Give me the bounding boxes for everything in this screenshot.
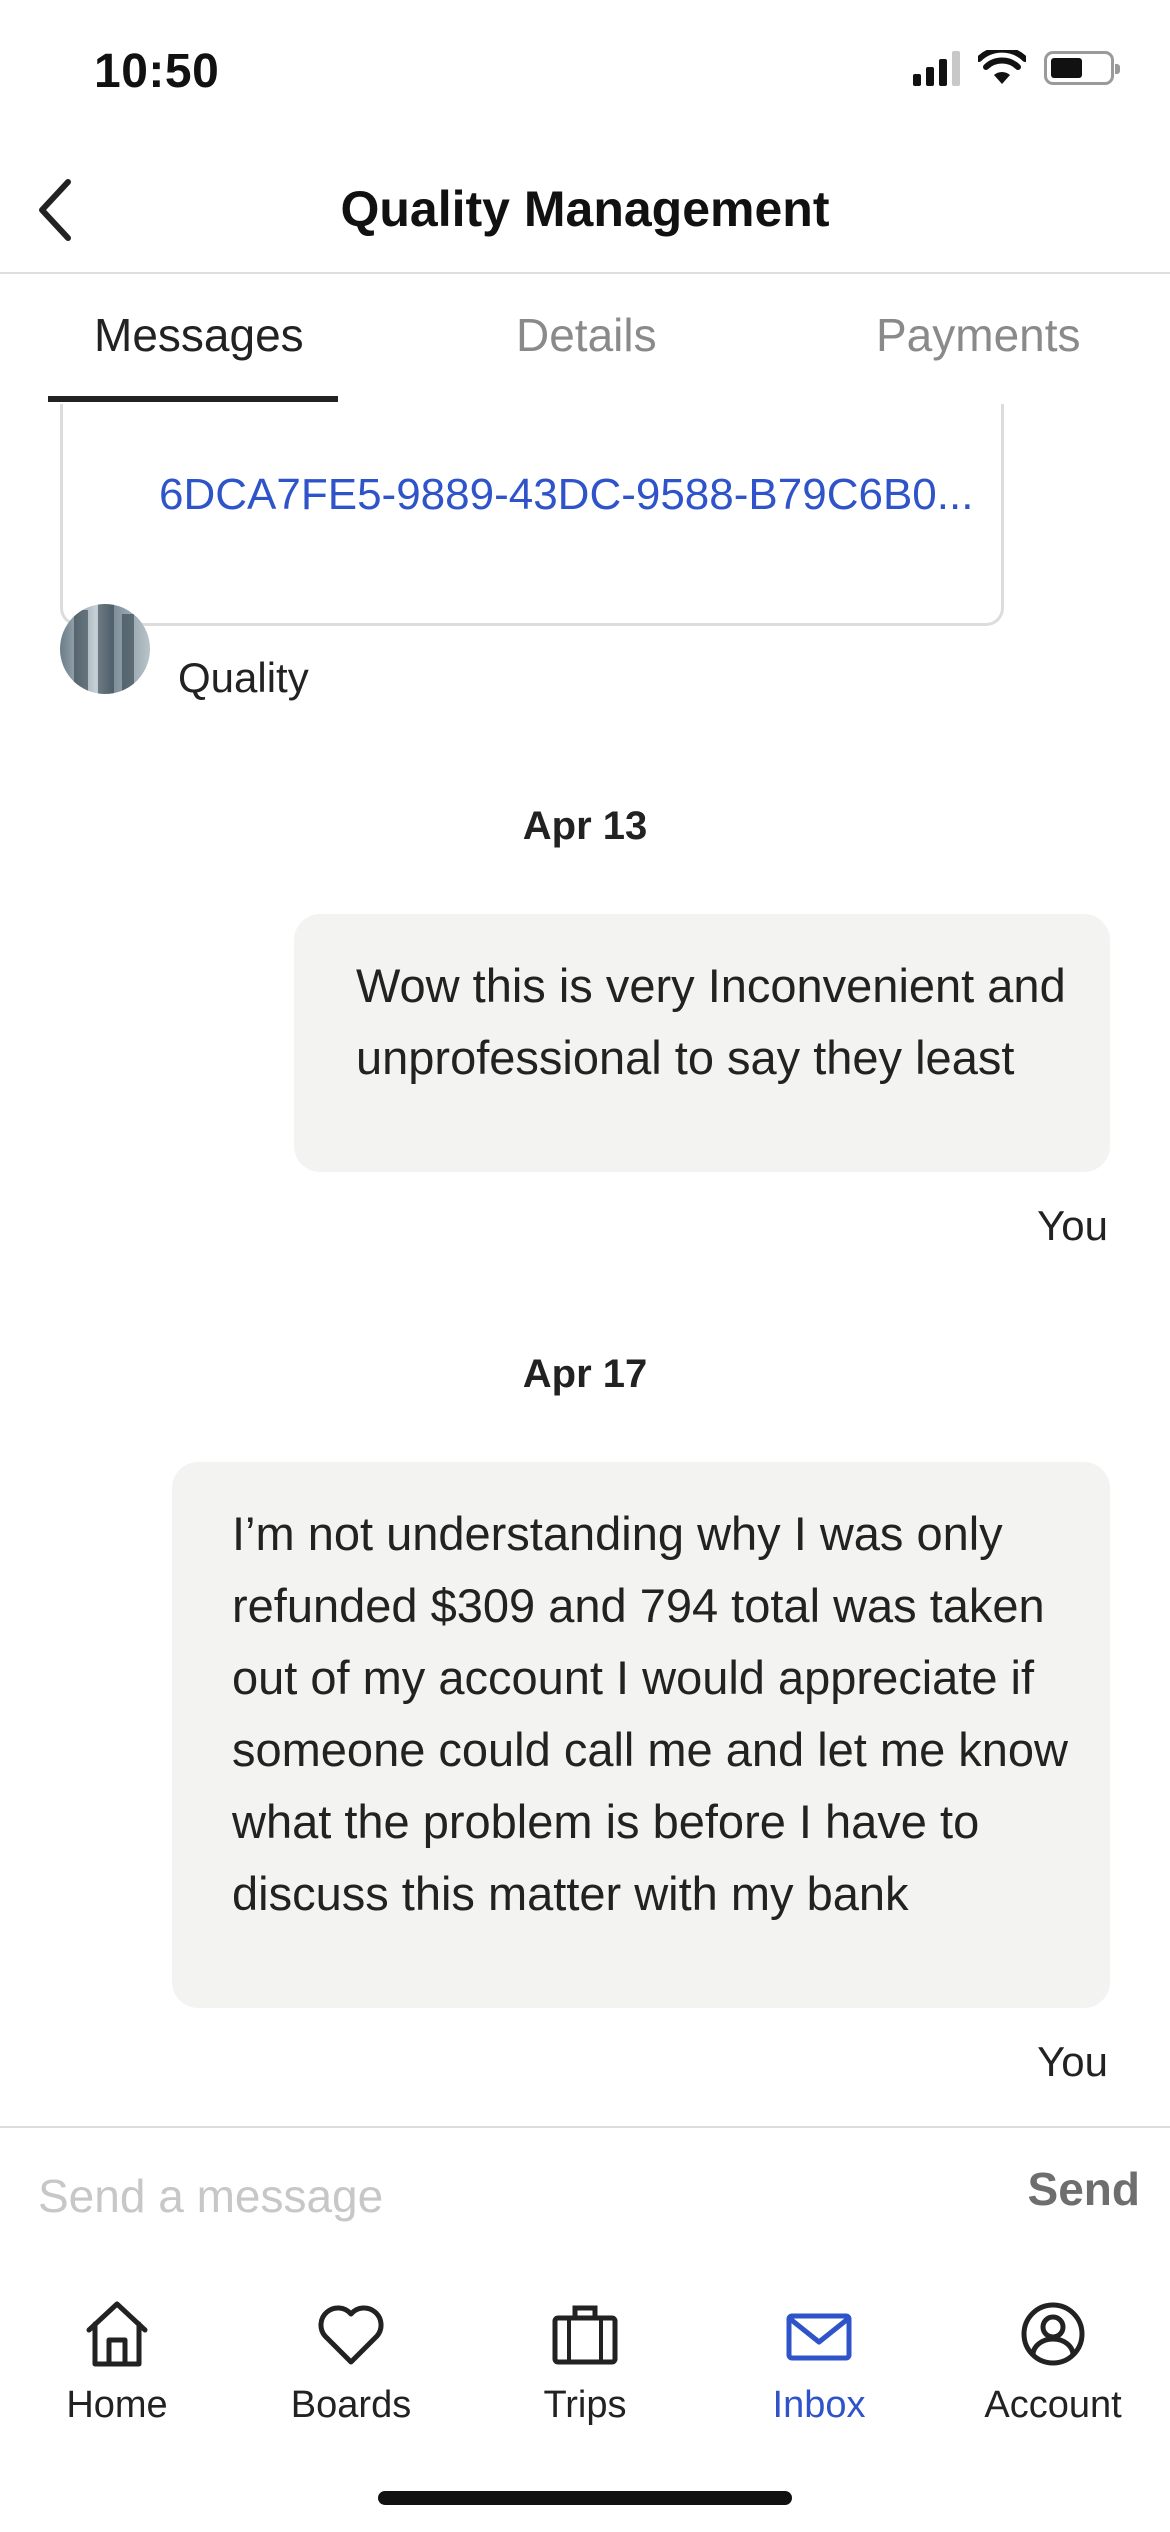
send-button[interactable]: Send [1028,2162,1140,2216]
message-author: You [1037,1202,1108,1249]
nav-item-boards[interactable]: Boards [234,2296,468,2446]
tab-messages[interactable]: Messages [94,308,304,362]
nav-item-account[interactable]: Account [936,2296,1170,2446]
nav-label: Account [984,2384,1122,2426]
wifi-icon [978,50,1026,84]
nav-label: Inbox [772,2384,866,2426]
message-bubble: Wow this is very Inconvenient and unprof… [294,914,1110,1172]
nav-item-inbox[interactable]: Inbox [702,2296,936,2446]
suitcase-icon [552,2305,618,2365]
message-author: You [1037,2038,1108,2085]
home-icon [86,2301,148,2367]
active-tab-indicator [48,396,338,402]
message-input[interactable] [38,2156,938,2236]
attachment-card: 6DCA7FE5-9889-43DC-9588-B79C6B0... [60,404,1004,626]
sender-avatar [60,604,150,694]
status-bar: 10:50 [0,0,1170,150]
nav-label: Trips [543,2384,627,2426]
tab-payments[interactable]: Payments [876,308,1081,362]
nav-item-trips[interactable]: Trips [468,2296,702,2446]
cellular-signal-icon [913,50,960,86]
nav-label: Home [66,2384,168,2426]
nav-item-home[interactable]: Home [0,2296,234,2446]
tab-bar: Messages Details Payments [0,276,1170,404]
message-list[interactable]: 6DCA7FE5-9889-43DC-9588-B79C6B0... Quali… [0,404,1170,2126]
status-icons [913,50,1120,86]
message-composer: Send [0,2126,1170,2286]
battery-icon [1044,51,1120,85]
home-indicator [378,2491,792,2505]
page-title: Quality Management [340,181,830,237]
message-bubble: I’m not understanding why I was only ref… [172,1462,1110,2008]
nav-label: Boards [290,2384,412,2426]
tab-details[interactable]: Details [516,308,657,362]
date-separator: Apr 13 [522,804,648,848]
date-separator: Apr 17 [522,1352,648,1396]
sender-name: Quality [178,654,309,701]
user-circle-icon [1021,2302,1085,2366]
envelope-icon [786,2313,852,2361]
heart-icon [318,2305,384,2365]
nav-header: Quality Management [0,150,1170,274]
attachment-link[interactable]: 6DCA7FE5-9889-43DC-9588-B79C6B0... [159,470,989,520]
status-time: 10:50 [94,45,220,98]
bottom-nav: Home Boards Trips Inbox Account [0,2286,1170,2446]
